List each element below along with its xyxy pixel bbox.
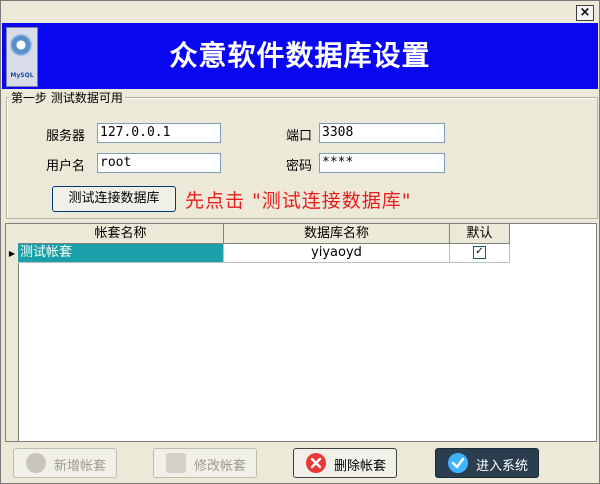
table-cell-default[interactable]: ✓ bbox=[450, 244, 510, 263]
edit-icon bbox=[166, 453, 186, 473]
column-header-database[interactable]: 数据库名称 bbox=[224, 224, 450, 244]
add-account-label: 新增帐套 bbox=[54, 459, 107, 474]
close-icon[interactable]: × bbox=[576, 5, 594, 21]
enter-system-button[interactable]: 进入系统 bbox=[435, 448, 539, 478]
server-input[interactable]: 127.0.0.1 bbox=[97, 123, 221, 143]
edit-account-button[interactable]: 修改帐套 bbox=[153, 448, 257, 478]
header-banner: MySQL 众意软件数据库设置 bbox=[2, 23, 598, 89]
row-indicator-column bbox=[6, 263, 19, 441]
username-input[interactable]: root bbox=[97, 153, 221, 173]
main-window: × MySQL 众意软件数据库设置 第一步 测试数据可用 服务器 127.0.0… bbox=[0, 0, 600, 484]
enter-system-label: 进入系统 bbox=[476, 459, 529, 474]
title-bar: × bbox=[2, 2, 598, 24]
table-cell-account[interactable]: 测试帐套 bbox=[18, 244, 224, 263]
password-input[interactable]: **** bbox=[319, 153, 445, 173]
port-label: 端口 bbox=[286, 129, 313, 144]
account-table: 帐套名称 数据库名称 默认 ▶ 测试帐套 yiyaoyd ✓ bbox=[5, 223, 597, 442]
column-header-default[interactable]: 默认 bbox=[450, 224, 510, 244]
delete-account-button[interactable]: 删除帐套 bbox=[293, 448, 397, 478]
test-connection-button[interactable]: 测试连接数据库 bbox=[52, 186, 176, 212]
check-circle-icon bbox=[448, 453, 468, 473]
username-label: 用户名 bbox=[46, 159, 86, 174]
add-account-button[interactable]: 新增帐套 bbox=[13, 448, 117, 478]
page-title: 众意软件数据库设置 bbox=[169, 39, 431, 72]
delete-x-icon bbox=[306, 453, 326, 473]
port-input[interactable]: 3308 bbox=[319, 123, 445, 143]
add-circle-icon bbox=[26, 453, 46, 473]
table-cell-database[interactable]: yiyaoyd bbox=[224, 244, 450, 263]
default-checkbox[interactable]: ✓ bbox=[473, 246, 486, 259]
column-header-account[interactable]: 帐套名称 bbox=[18, 224, 224, 244]
hint-text: 先点击 "测试连接数据库" bbox=[185, 190, 412, 212]
delete-account-label: 删除帐套 bbox=[334, 459, 387, 474]
group-legend: 第一步 测试数据可用 bbox=[9, 89, 125, 106]
password-label: 密码 bbox=[286, 159, 313, 174]
edit-account-label: 修改帐套 bbox=[194, 459, 247, 474]
server-label: 服务器 bbox=[46, 129, 86, 144]
